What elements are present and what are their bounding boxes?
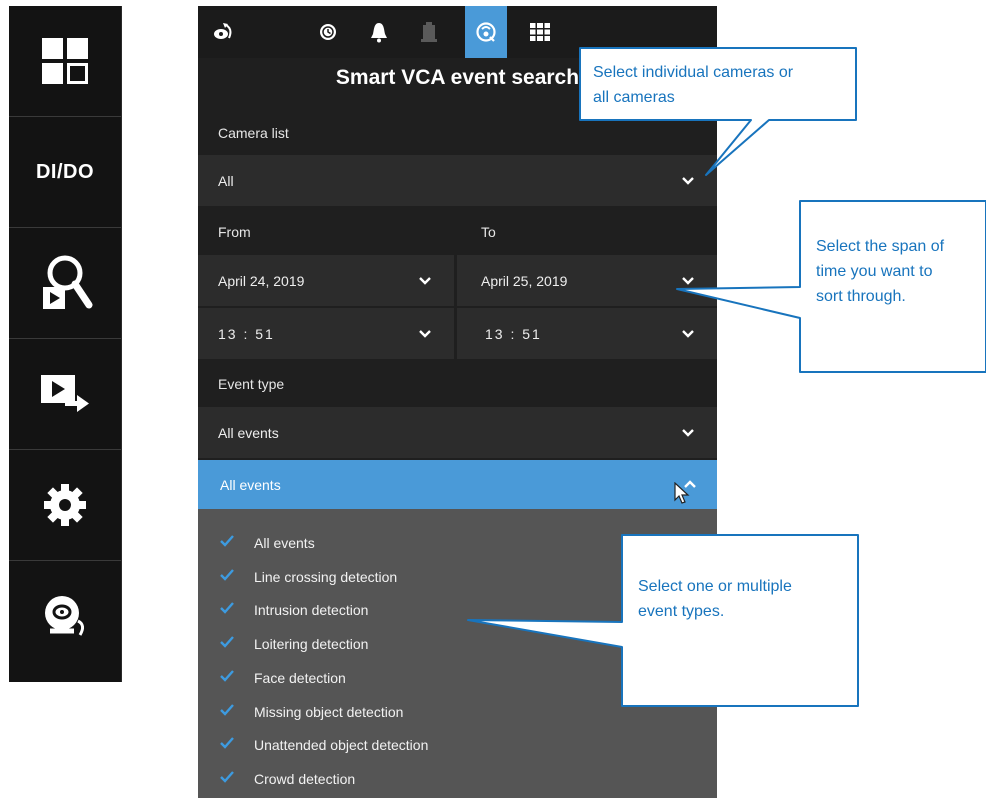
callout-events: Select one or multiple event types. — [638, 578, 792, 620]
callout-overlay — [467, 47, 986, 707]
callout-cameras: Select individual cameras or all cameras — [593, 64, 794, 106]
callout-timespan: Select the span of time you want to sort… — [816, 238, 945, 305]
